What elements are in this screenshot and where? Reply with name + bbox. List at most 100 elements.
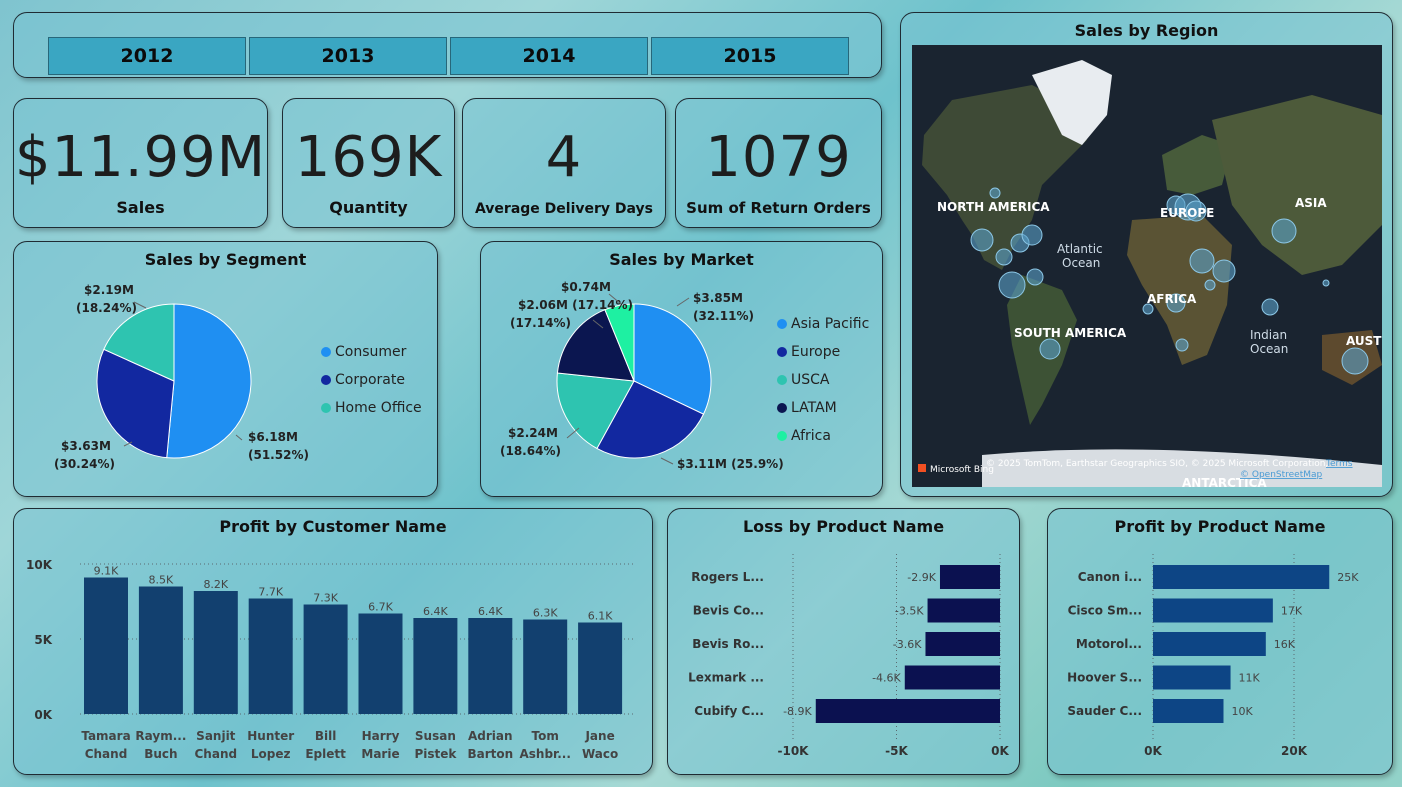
customer-bar[interactable] bbox=[523, 619, 568, 715]
map-bubble[interactable] bbox=[1341, 347, 1369, 375]
legend-dot bbox=[777, 375, 787, 385]
legend-asia-pacific[interactable]: Asia Pacific bbox=[777, 316, 869, 332]
map-label-north-america: NORTH AMERICA bbox=[937, 200, 1050, 214]
loss-xtick-label: -10K bbox=[778, 744, 810, 758]
segment-label-consumer-pct: (51.52%) bbox=[248, 448, 309, 462]
product-profit-bar[interactable] bbox=[1153, 598, 1273, 623]
map-osm: © OpenStreetMap bbox=[1240, 470, 1323, 480]
legend-home-office[interactable]: Home Office bbox=[321, 400, 422, 416]
map-bubble[interactable] bbox=[989, 187, 1001, 199]
segment-label-corporate-pct: (30.24%) bbox=[54, 457, 115, 471]
customer-bar[interactable] bbox=[248, 598, 293, 715]
market-label-africa-value: $0.74M bbox=[561, 280, 611, 294]
loss-category-label: Bevis Ro... bbox=[692, 637, 764, 651]
product-profit-chart: 0K 20K 25K Canon i... 17K Cisco Sm... 16K Moto… bbox=[1067, 554, 1359, 758]
region-map[interactable]: NORTH AMERICA EUROPE ASIA AFRICA SOUTH A… bbox=[912, 45, 1382, 487]
legend-usca[interactable]: USCA bbox=[777, 372, 830, 388]
year-2013-button[interactable]: 2013 bbox=[249, 37, 447, 75]
product-profit-bar[interactable] bbox=[1153, 565, 1330, 589]
map-attribution: © 2025 TomTom, Earthstar Geographics SIO… bbox=[986, 459, 1328, 469]
customer-category-label: Pistek bbox=[414, 747, 457, 761]
customer-bar[interactable] bbox=[84, 577, 128, 715]
loss-bar[interactable] bbox=[904, 665, 1000, 690]
map-label-australia: AUSTRA bbox=[1346, 334, 1382, 348]
map-label-asia: ASIA bbox=[1295, 196, 1327, 210]
map-label-south-america: SOUTH AMERICA bbox=[1014, 326, 1127, 340]
map-terms: Terms bbox=[1325, 459, 1353, 469]
customer-profit-chart: 0K 5K 10K 9.1K Tamara Chand 8.5K Raym... Buch 8.… bbox=[26, 558, 634, 761]
loss-bar[interactable] bbox=[815, 699, 1000, 723]
legend-latam-label: LATAM bbox=[791, 400, 837, 416]
product-profit-xtick-label: 20K bbox=[1281, 744, 1308, 758]
product-profit-bar[interactable] bbox=[1153, 699, 1224, 723]
kpi-delivery-card: 4 Average Delivery Days bbox=[462, 98, 666, 228]
customer-bar[interactable] bbox=[468, 618, 513, 714]
customer-category-label: Tom bbox=[532, 729, 559, 743]
kpi-delivery-value: 4 bbox=[545, 125, 583, 190]
loss-bar[interactable] bbox=[925, 632, 1000, 656]
legend-corporate-label: Corporate bbox=[335, 372, 405, 388]
map-bubble[interactable] bbox=[995, 248, 1013, 266]
customer-bar[interactable] bbox=[138, 586, 183, 715]
map-bubble[interactable] bbox=[1175, 338, 1189, 352]
customer-category-label: Lopez bbox=[251, 747, 291, 761]
market-label-usca-value: $2.24M bbox=[508, 426, 558, 440]
map-bubble[interactable] bbox=[1271, 218, 1297, 244]
customer-category-label: Tamara bbox=[81, 729, 130, 743]
loss-data-label: -3.6K bbox=[893, 638, 922, 651]
product-profit-data-label: 17K bbox=[1281, 605, 1303, 618]
legend-africa[interactable]: Africa bbox=[777, 428, 831, 444]
map-label-atlantic-ocean: Ocean bbox=[1062, 256, 1100, 270]
legend-latam[interactable]: LATAM bbox=[777, 400, 837, 416]
product-profit-bar[interactable] bbox=[1153, 632, 1266, 656]
legend-asia-pacific-label: Asia Pacific bbox=[791, 316, 870, 332]
customer-data-label: 6.3K bbox=[533, 607, 558, 620]
loss-bar[interactable] bbox=[927, 598, 1000, 623]
market-label-asia-pct: (32.11%) bbox=[693, 309, 754, 323]
year-2014-button[interactable]: 2014 bbox=[450, 37, 648, 75]
product-profit-bar[interactable] bbox=[1153, 665, 1231, 690]
customer-bar[interactable] bbox=[413, 618, 458, 714]
customer-bar[interactable] bbox=[193, 591, 238, 714]
product-profit-category-label: Hoover S... bbox=[1067, 671, 1142, 685]
legend-dot bbox=[321, 403, 331, 413]
year-2012-button[interactable]: 2012 bbox=[48, 37, 246, 75]
map-bubble[interactable] bbox=[1322, 279, 1330, 287]
map-bubble[interactable] bbox=[1039, 338, 1061, 360]
map-bubble[interactable] bbox=[998, 271, 1026, 299]
legend-consumer[interactable]: Consumer bbox=[321, 344, 406, 360]
kpi-quantity-card: 169K Quantity bbox=[282, 98, 455, 228]
map-bubble[interactable] bbox=[1212, 259, 1236, 283]
customer-category-label: Raym... bbox=[135, 729, 186, 743]
customer-bar[interactable] bbox=[358, 613, 403, 715]
legend-dot bbox=[321, 375, 331, 385]
market-leader-europe bbox=[660, 457, 674, 465]
map-label-indian-ocean: Ocean bbox=[1250, 342, 1288, 356]
map-bubble[interactable] bbox=[1204, 279, 1216, 291]
product-profit-category-label: Motorol... bbox=[1076, 637, 1142, 651]
kpi-quantity-label: Quantity bbox=[329, 198, 408, 217]
year-2015-button[interactable]: 2015 bbox=[651, 37, 849, 75]
customer-category-label: Eplett bbox=[305, 747, 346, 761]
market-label-usca-pct: (18.64%) bbox=[500, 444, 561, 458]
legend-europe[interactable]: Europe bbox=[777, 344, 840, 360]
customer-category-label: Susan bbox=[415, 729, 456, 743]
segment-slice-consumer[interactable] bbox=[166, 303, 252, 459]
customer-data-label: 8.2K bbox=[203, 578, 228, 591]
legend-africa-label: Africa bbox=[791, 428, 831, 444]
map-bubble[interactable] bbox=[1261, 298, 1279, 316]
customer-bar[interactable] bbox=[303, 604, 348, 715]
customer-bar[interactable] bbox=[578, 622, 623, 715]
loss-bar[interactable] bbox=[939, 565, 1000, 589]
map-bubble[interactable] bbox=[1026, 268, 1044, 286]
loss-data-label: -8.9K bbox=[783, 705, 812, 718]
legend-corporate[interactable]: Corporate bbox=[321, 372, 405, 388]
customer-data-label: 6.7K bbox=[368, 601, 393, 614]
map-bubble[interactable] bbox=[1189, 248, 1215, 274]
map-bubble[interactable] bbox=[1021, 224, 1043, 246]
market-leader-asia bbox=[676, 297, 690, 307]
segment-pie-card: Sales by Segment $6.18M (51.52%) $3.63M … bbox=[13, 241, 438, 497]
customer-category-label: Barton bbox=[467, 747, 513, 761]
kpi-sales-value: $11.99M bbox=[14, 125, 267, 190]
map-bubble[interactable] bbox=[970, 228, 994, 252]
